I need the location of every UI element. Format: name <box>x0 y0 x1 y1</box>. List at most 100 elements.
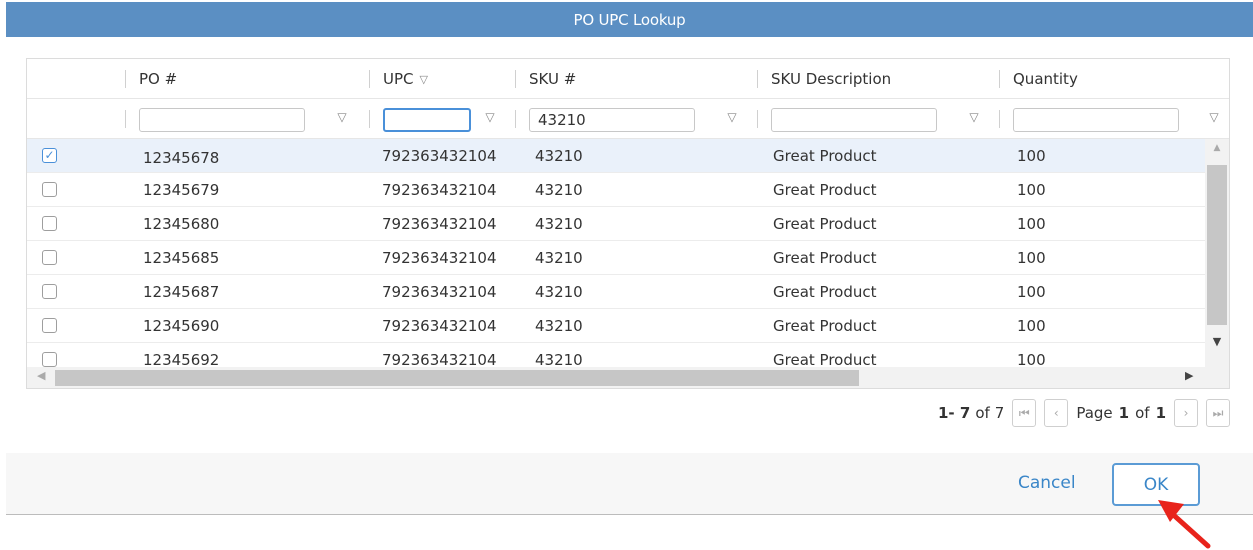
table-row[interactable]: ✓ 12345678 792363432104 43210 Great Prod… <box>27 139 1205 173</box>
row-checkbox[interactable] <box>42 284 57 299</box>
column-separator <box>515 110 516 128</box>
po-cell: 12345692 <box>143 351 220 367</box>
filter-cell-quantity: ▽ <box>999 99 1229 139</box>
po-filter-input[interactable] <box>139 108 305 132</box>
table-row[interactable]: 12345687 792363432104 43210 Great Produc… <box>27 275 1205 309</box>
quantity-filter-input[interactable] <box>1013 108 1179 132</box>
column-header-label: Quantity <box>1013 70 1078 88</box>
upc-cell: 792363432104 <box>382 215 497 233</box>
column-header-label: SKU Description <box>771 70 892 88</box>
scrollbar-corner <box>1205 367 1229 388</box>
pager-total: 7 <box>994 404 1005 422</box>
table-row[interactable]: 12345692 792363432104 43210 Great Produc… <box>27 343 1205 367</box>
description-filter-input[interactable] <box>771 108 937 132</box>
upc-cell: 792363432104 <box>382 249 497 267</box>
description-cell: Great Product <box>773 215 877 233</box>
upc-cell: 792363432104 <box>382 283 497 301</box>
pager: 1- 7 of 7 ⏮ ‹ Page 1 of 1 › ⏭ <box>880 398 1230 428</box>
column-separator <box>369 110 370 128</box>
row-checkbox[interactable] <box>42 318 57 333</box>
filter-cell-upc: ▽ <box>369 99 515 139</box>
vertical-scroll-thumb[interactable] <box>1207 165 1227 325</box>
column-header-sku[interactable]: SKU # <box>515 59 757 99</box>
filter-icon[interactable]: ▽ <box>483 110 497 124</box>
quantity-cell: 100 <box>1017 181 1046 199</box>
column-separator <box>757 110 758 128</box>
scroll-up-icon[interactable]: ▲ <box>1205 143 1229 153</box>
sku-cell: 43210 <box>535 317 583 335</box>
horizontal-scrollbar[interactable]: ◀ ▶ <box>27 367 1205 388</box>
dialog-title: PO UPC Lookup <box>573 10 686 29</box>
quantity-cell: 100 <box>1017 249 1046 267</box>
filter-row: ▽ ▽ ▽ ▽ ▽ <box>27 99 1229 139</box>
dialog-title-bar: PO UPC Lookup <box>6 2 1253 37</box>
filter-cell-po: ▽ <box>125 99 369 139</box>
column-header-description[interactable]: SKU Description <box>757 59 999 99</box>
description-cell: Great Product <box>773 283 877 301</box>
column-header-label: PO # <box>139 70 178 88</box>
scroll-left-icon[interactable]: ◀ <box>37 369 45 382</box>
column-separator <box>125 110 126 128</box>
column-header-po[interactable]: PO # <box>125 59 369 99</box>
table-row[interactable]: 12345690 792363432104 43210 Great Produc… <box>27 309 1205 343</box>
row-checkbox[interactable] <box>42 250 57 265</box>
column-header-upc[interactable]: UPC ▽ <box>369 59 515 99</box>
po-cell: 12345680 <box>143 215 220 233</box>
page-of-label: of <box>1135 404 1150 422</box>
description-cell: Great Product <box>773 147 877 165</box>
sku-cell: 43210 <box>535 351 583 367</box>
cancel-button[interactable]: Cancel <box>1018 473 1076 493</box>
filter-icon[interactable]: ▽ <box>1207 110 1221 124</box>
horizontal-scroll-thumb[interactable] <box>55 370 859 386</box>
table-row[interactable]: 12345685 792363432104 43210 Great Produc… <box>27 241 1205 275</box>
po-cell: 12345678 <box>143 149 220 167</box>
sku-cell: 43210 <box>535 283 583 301</box>
quantity-cell: 100 <box>1017 317 1046 335</box>
page-count: 1 <box>1155 404 1166 422</box>
next-page-icon[interactable]: › <box>1174 399 1198 427</box>
po-cell: 12345685 <box>143 249 220 267</box>
page-label: Page <box>1076 404 1113 422</box>
sku-cell: 43210 <box>535 147 583 165</box>
upc-cell: 792363432104 <box>382 181 497 199</box>
po-cell: 12345679 <box>143 181 220 199</box>
scroll-right-icon[interactable]: ▶ <box>1185 369 1193 382</box>
description-cell: Great Product <box>773 249 877 267</box>
row-checkbox[interactable] <box>42 352 57 367</box>
sku-filter-input[interactable] <box>529 108 695 132</box>
scroll-down-icon[interactable]: ▼ <box>1205 335 1229 348</box>
dialog-footer: Cancel OK <box>6 453 1253 515</box>
results-grid: PO # UPC ▽ SKU # SKU Description Quantit… <box>26 58 1230 389</box>
row-checkbox[interactable]: ✓ <box>42 148 57 163</box>
table-row[interactable]: 12345679 792363432104 43210 Great Produc… <box>27 173 1205 207</box>
upc-cell: 792363432104 <box>382 317 497 335</box>
column-header-quantity[interactable]: Quantity <box>999 59 1229 99</box>
first-page-icon[interactable]: ⏮ <box>1012 399 1037 427</box>
upc-filter-input[interactable] <box>383 108 471 132</box>
po-cell: 12345687 <box>143 283 220 301</box>
description-cell: Great Product <box>773 181 877 199</box>
description-cell: Great Product <box>773 317 877 335</box>
upc-cell: 792363432104 <box>382 147 497 165</box>
sort-triangle-icon: ▽ <box>419 72 428 86</box>
filter-icon[interactable]: ▽ <box>335 110 349 124</box>
table-row[interactable]: 12345680 792363432104 43210 Great Produc… <box>27 207 1205 241</box>
description-cell: Great Product <box>773 351 877 367</box>
last-page-icon[interactable]: ⏭ <box>1206 399 1230 427</box>
row-checkbox[interactable] <box>42 216 57 231</box>
filter-icon[interactable]: ▽ <box>725 110 739 124</box>
column-header-label: SKU # <box>529 70 577 88</box>
column-separator <box>999 110 1000 128</box>
column-header-row: PO # UPC ▽ SKU # SKU Description Quantit… <box>27 59 1229 99</box>
po-cell: 12345690 <box>143 317 220 335</box>
sku-cell: 43210 <box>535 215 583 233</box>
vertical-scrollbar[interactable]: ▲ ▼ <box>1205 139 1229 367</box>
quantity-cell: 100 <box>1017 147 1046 165</box>
filter-icon[interactable]: ▽ <box>967 110 981 124</box>
upc-cell: 792363432104 <box>382 351 497 367</box>
current-page: 1 <box>1118 404 1130 422</box>
column-header-label: UPC <box>383 70 414 88</box>
previous-page-icon[interactable]: ‹ <box>1044 399 1069 427</box>
pager-range: 1- 7 <box>937 404 971 422</box>
row-checkbox[interactable] <box>42 182 57 197</box>
